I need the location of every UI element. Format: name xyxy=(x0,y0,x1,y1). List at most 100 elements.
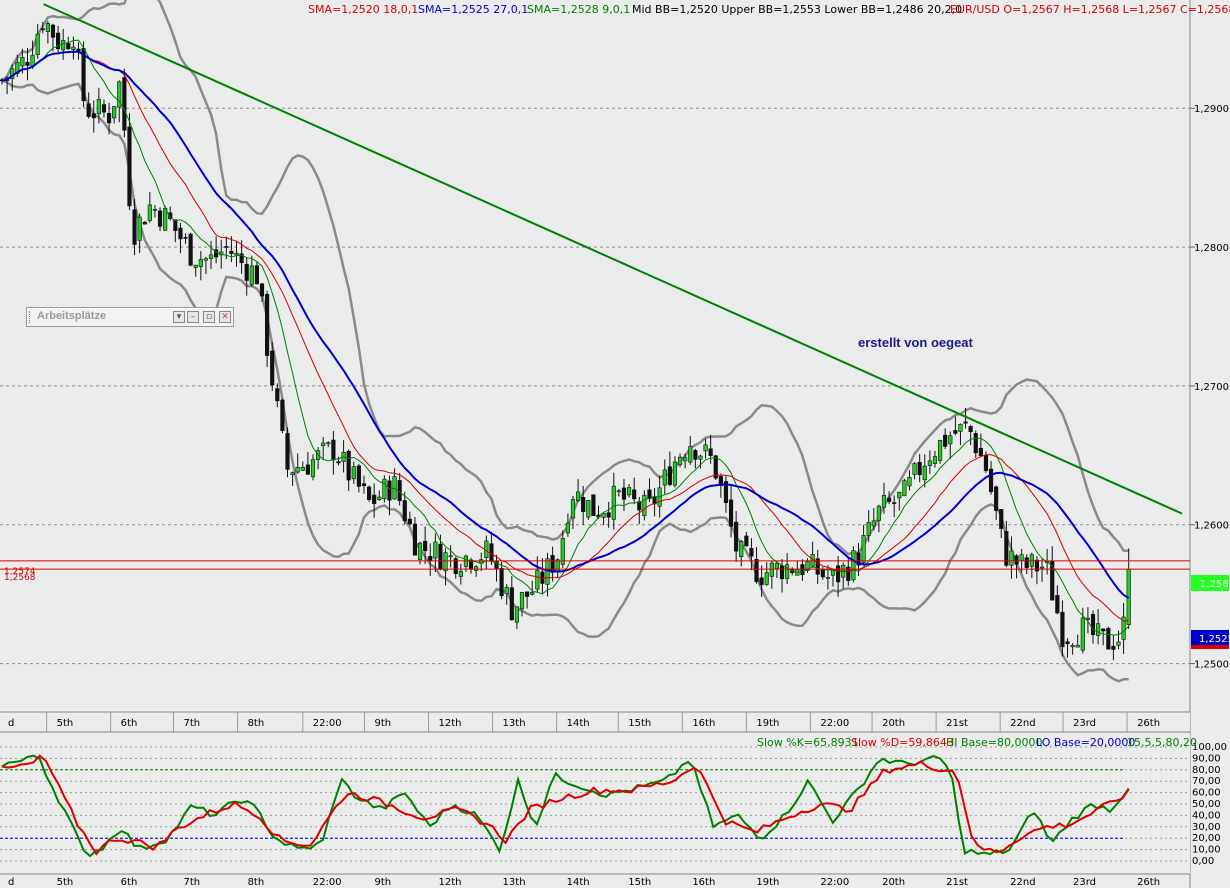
candle-body xyxy=(275,388,280,402)
restore-icon[interactable]: ▫ xyxy=(203,311,215,323)
candle-body xyxy=(917,461,922,476)
y-tick-label: 1,2800 xyxy=(1194,243,1229,254)
workspace-toolbar[interactable]: Arbeitsplätze ▾ – ▫ ✕ xyxy=(26,307,234,327)
candle-body xyxy=(897,491,902,499)
x-tick-label-lower: 14th xyxy=(567,877,590,888)
candle-body xyxy=(163,207,168,231)
osc-tick-label: 90,00 xyxy=(1192,753,1221,764)
osc-tick-label: 100,00 xyxy=(1192,742,1227,753)
ohlc-label: EUR/USD O=1,2567 H=1,2568 L=1,2567 C=1,2… xyxy=(950,3,1230,16)
candle-body xyxy=(351,466,356,480)
candle-body xyxy=(259,283,265,297)
candle-body xyxy=(983,455,989,472)
candle-body xyxy=(326,442,331,445)
candle-body xyxy=(448,555,453,558)
drag-handle-icon[interactable] xyxy=(29,311,32,323)
candle-body xyxy=(40,28,45,31)
candle-body xyxy=(581,497,586,512)
candle-body xyxy=(1106,627,1111,650)
close-icon[interactable]: ✕ xyxy=(219,311,231,323)
candle-body xyxy=(265,293,270,356)
candle-body xyxy=(356,465,361,487)
candle-body xyxy=(586,499,591,518)
candle-body xyxy=(458,571,463,577)
candle-body xyxy=(937,439,943,461)
y-tick-label: 1,2700 xyxy=(1194,382,1229,393)
candle-body xyxy=(203,258,209,261)
bollinger-label: Mid BB=1,2520 Upper BB=1,2553 Lower BB=1… xyxy=(632,3,962,16)
candle-body xyxy=(902,480,907,497)
dropdown-icon[interactable]: ▾ xyxy=(173,311,185,323)
candle-body xyxy=(1055,595,1060,614)
candle-body xyxy=(570,499,576,519)
candle-body xyxy=(499,568,504,597)
candle-body xyxy=(208,254,214,259)
candle-body xyxy=(953,430,958,434)
candle-body xyxy=(101,104,107,113)
x-tick-label: 5th xyxy=(57,718,74,729)
x-tick-label-lower: d xyxy=(8,877,14,888)
author-watermark: erstellt von oegeat xyxy=(858,335,974,350)
y-tick-label: 1,2600 xyxy=(1194,521,1229,532)
candle-body xyxy=(907,477,912,487)
candle-body xyxy=(310,459,316,478)
x-tick-label-lower: 22nd xyxy=(1010,877,1035,888)
candle-body xyxy=(1004,531,1009,566)
candle-body xyxy=(642,494,647,516)
candle-body xyxy=(30,54,35,67)
candle-body xyxy=(331,439,336,461)
osc-tick-label: 30,00 xyxy=(1192,822,1221,833)
candle-body xyxy=(978,447,983,457)
candle-body xyxy=(626,487,632,496)
candle-body xyxy=(1116,641,1121,646)
candle-body xyxy=(892,502,897,504)
candle-body xyxy=(377,496,382,500)
candle-body xyxy=(932,456,938,464)
minimize-icon[interactable]: – xyxy=(187,311,199,323)
x-tick-label-lower: 19th xyxy=(756,877,779,888)
candle-body xyxy=(1060,611,1065,648)
sma-27-label: SMA=1,2525 27,0,1 xyxy=(418,3,528,16)
candle-body xyxy=(621,487,627,500)
x-tick-label: 22:00 xyxy=(313,718,342,729)
candle-body xyxy=(876,505,881,521)
candle-body xyxy=(764,572,769,585)
chart-canvas: 1,2900 1,2800 1,2700 1,2600 1,2500 d d 5th 5th 6… xyxy=(0,0,1230,888)
candle-body xyxy=(61,40,66,51)
candle-body xyxy=(193,264,198,268)
candle-body xyxy=(988,468,994,493)
candle-body xyxy=(300,467,305,471)
x-tick-label: 21st xyxy=(946,718,968,729)
candle-body xyxy=(372,494,377,504)
candle-body xyxy=(830,570,836,576)
sma-price-text: 1,2525 xyxy=(1199,634,1230,645)
candle-body xyxy=(443,552,448,572)
candle-body xyxy=(178,227,183,240)
candle-body xyxy=(667,466,672,485)
candle-body xyxy=(489,543,494,562)
candle-body xyxy=(142,221,147,225)
candle-body xyxy=(122,77,127,131)
candle-body xyxy=(504,586,509,594)
candle-body xyxy=(525,591,530,597)
x-tick-label-lower: 16th xyxy=(692,877,715,888)
x-tick-label: 6th xyxy=(121,718,138,729)
candle-body xyxy=(728,499,734,527)
candle-body xyxy=(321,442,326,446)
candle-body xyxy=(825,577,830,579)
candle-body xyxy=(392,476,397,500)
candle-body xyxy=(1111,645,1116,650)
candle-body xyxy=(774,563,780,569)
candle-body xyxy=(881,495,887,508)
candle-body xyxy=(295,467,300,473)
candle-body xyxy=(820,569,825,578)
candle-body xyxy=(519,592,525,610)
candle-body xyxy=(912,463,917,475)
lo-base-label: LO Base=20,0000 xyxy=(1036,736,1135,749)
candle-body xyxy=(861,535,866,563)
candle-body xyxy=(270,350,275,386)
candle-body xyxy=(423,540,428,552)
candle-body xyxy=(1065,641,1070,645)
x-tick-label: 19th xyxy=(756,718,779,729)
candle-body xyxy=(958,424,963,432)
